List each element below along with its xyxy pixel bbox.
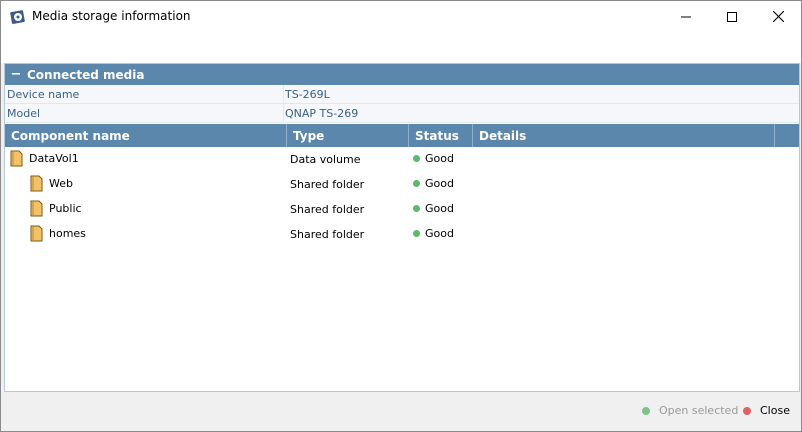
status-good-icon	[413, 230, 420, 237]
type-cell: Shared folder	[290, 203, 365, 216]
window-title: Media storage information	[32, 9, 191, 23]
media-info-panel: − Connected media Device name TS-269L Mo…	[4, 63, 800, 392]
column-header-component-name[interactable]: Component name	[5, 124, 287, 147]
minimize-icon	[681, 16, 691, 17]
close-label: Close	[760, 404, 790, 417]
grid-header: Component name Type Status Details	[5, 124, 799, 147]
collapse-icon[interactable]: −	[5, 67, 27, 82]
table-row[interactable]: homes Shared folder Good	[5, 222, 799, 247]
status-text: Good	[425, 177, 454, 190]
media-storage-window: Media storage information − Connected me…	[0, 0, 802, 432]
toolbar-area	[1, 32, 801, 63]
component-name-cell: Public	[30, 200, 82, 217]
component-name-cell: homes	[30, 225, 86, 242]
maximize-icon	[727, 11, 737, 22]
connected-media-header[interactable]: − Connected media	[5, 64, 799, 85]
property-label: Model	[7, 107, 41, 120]
property-divider	[283, 104, 284, 123]
type-cell: Shared folder	[290, 228, 365, 241]
column-header-type[interactable]: Type	[287, 124, 409, 147]
property-row-model: Model QNAP TS-269	[5, 104, 799, 123]
close-icon	[772, 11, 784, 22]
component-name: Web	[49, 177, 73, 190]
table-row[interactable]: DataVol1 Data volume Good	[5, 147, 799, 172]
component-name: DataVol1	[29, 152, 79, 165]
open-selected-label: Open selected	[659, 404, 739, 417]
status-cell: Good	[413, 152, 454, 165]
property-value: QNAP TS-269	[285, 107, 359, 120]
folder-icon	[30, 175, 43, 192]
app-icon	[10, 9, 26, 25]
footer-bar: Open selected Close	[1, 392, 801, 431]
property-value: TS-269L	[285, 88, 330, 101]
status-cell: Good	[413, 202, 454, 215]
property-divider	[283, 85, 284, 104]
status-cell: Good	[413, 177, 454, 190]
folder-icon	[30, 225, 43, 242]
open-selected-icon	[642, 406, 650, 415]
status-text: Good	[425, 202, 454, 215]
component-name: Public	[49, 202, 82, 215]
property-label: Device name	[7, 88, 80, 101]
type-cell: Shared folder	[290, 178, 365, 191]
close-button[interactable]: Close	[743, 404, 790, 417]
folder-icon	[10, 150, 23, 167]
column-header-extra[interactable]	[775, 124, 799, 147]
column-header-status[interactable]: Status	[409, 124, 473, 147]
status-text: Good	[425, 152, 454, 165]
component-name-cell: Web	[30, 175, 73, 192]
status-cell: Good	[413, 227, 454, 240]
section-title: Connected media	[27, 67, 145, 82]
close-window-button[interactable]	[755, 1, 801, 32]
open-selected-button[interactable]: Open selected	[642, 404, 738, 417]
minimize-button[interactable]	[663, 1, 709, 32]
component-name-cell: DataVol1	[10, 150, 79, 167]
property-row-device-name: Device name TS-269L	[5, 85, 799, 104]
status-good-icon	[413, 180, 420, 187]
status-text: Good	[425, 227, 454, 240]
folder-icon	[30, 200, 43, 217]
table-row[interactable]: Public Shared folder Good	[5, 197, 799, 222]
status-good-icon	[413, 205, 420, 212]
status-good-icon	[413, 155, 420, 162]
title-bar: Media storage information	[1, 1, 801, 32]
component-name: homes	[49, 227, 86, 240]
column-header-details[interactable]: Details	[473, 124, 775, 147]
type-cell: Data volume	[290, 153, 361, 166]
close-dot-icon	[743, 406, 751, 415]
maximize-button[interactable]	[709, 1, 755, 32]
table-row[interactable]: Web Shared folder Good	[5, 172, 799, 197]
